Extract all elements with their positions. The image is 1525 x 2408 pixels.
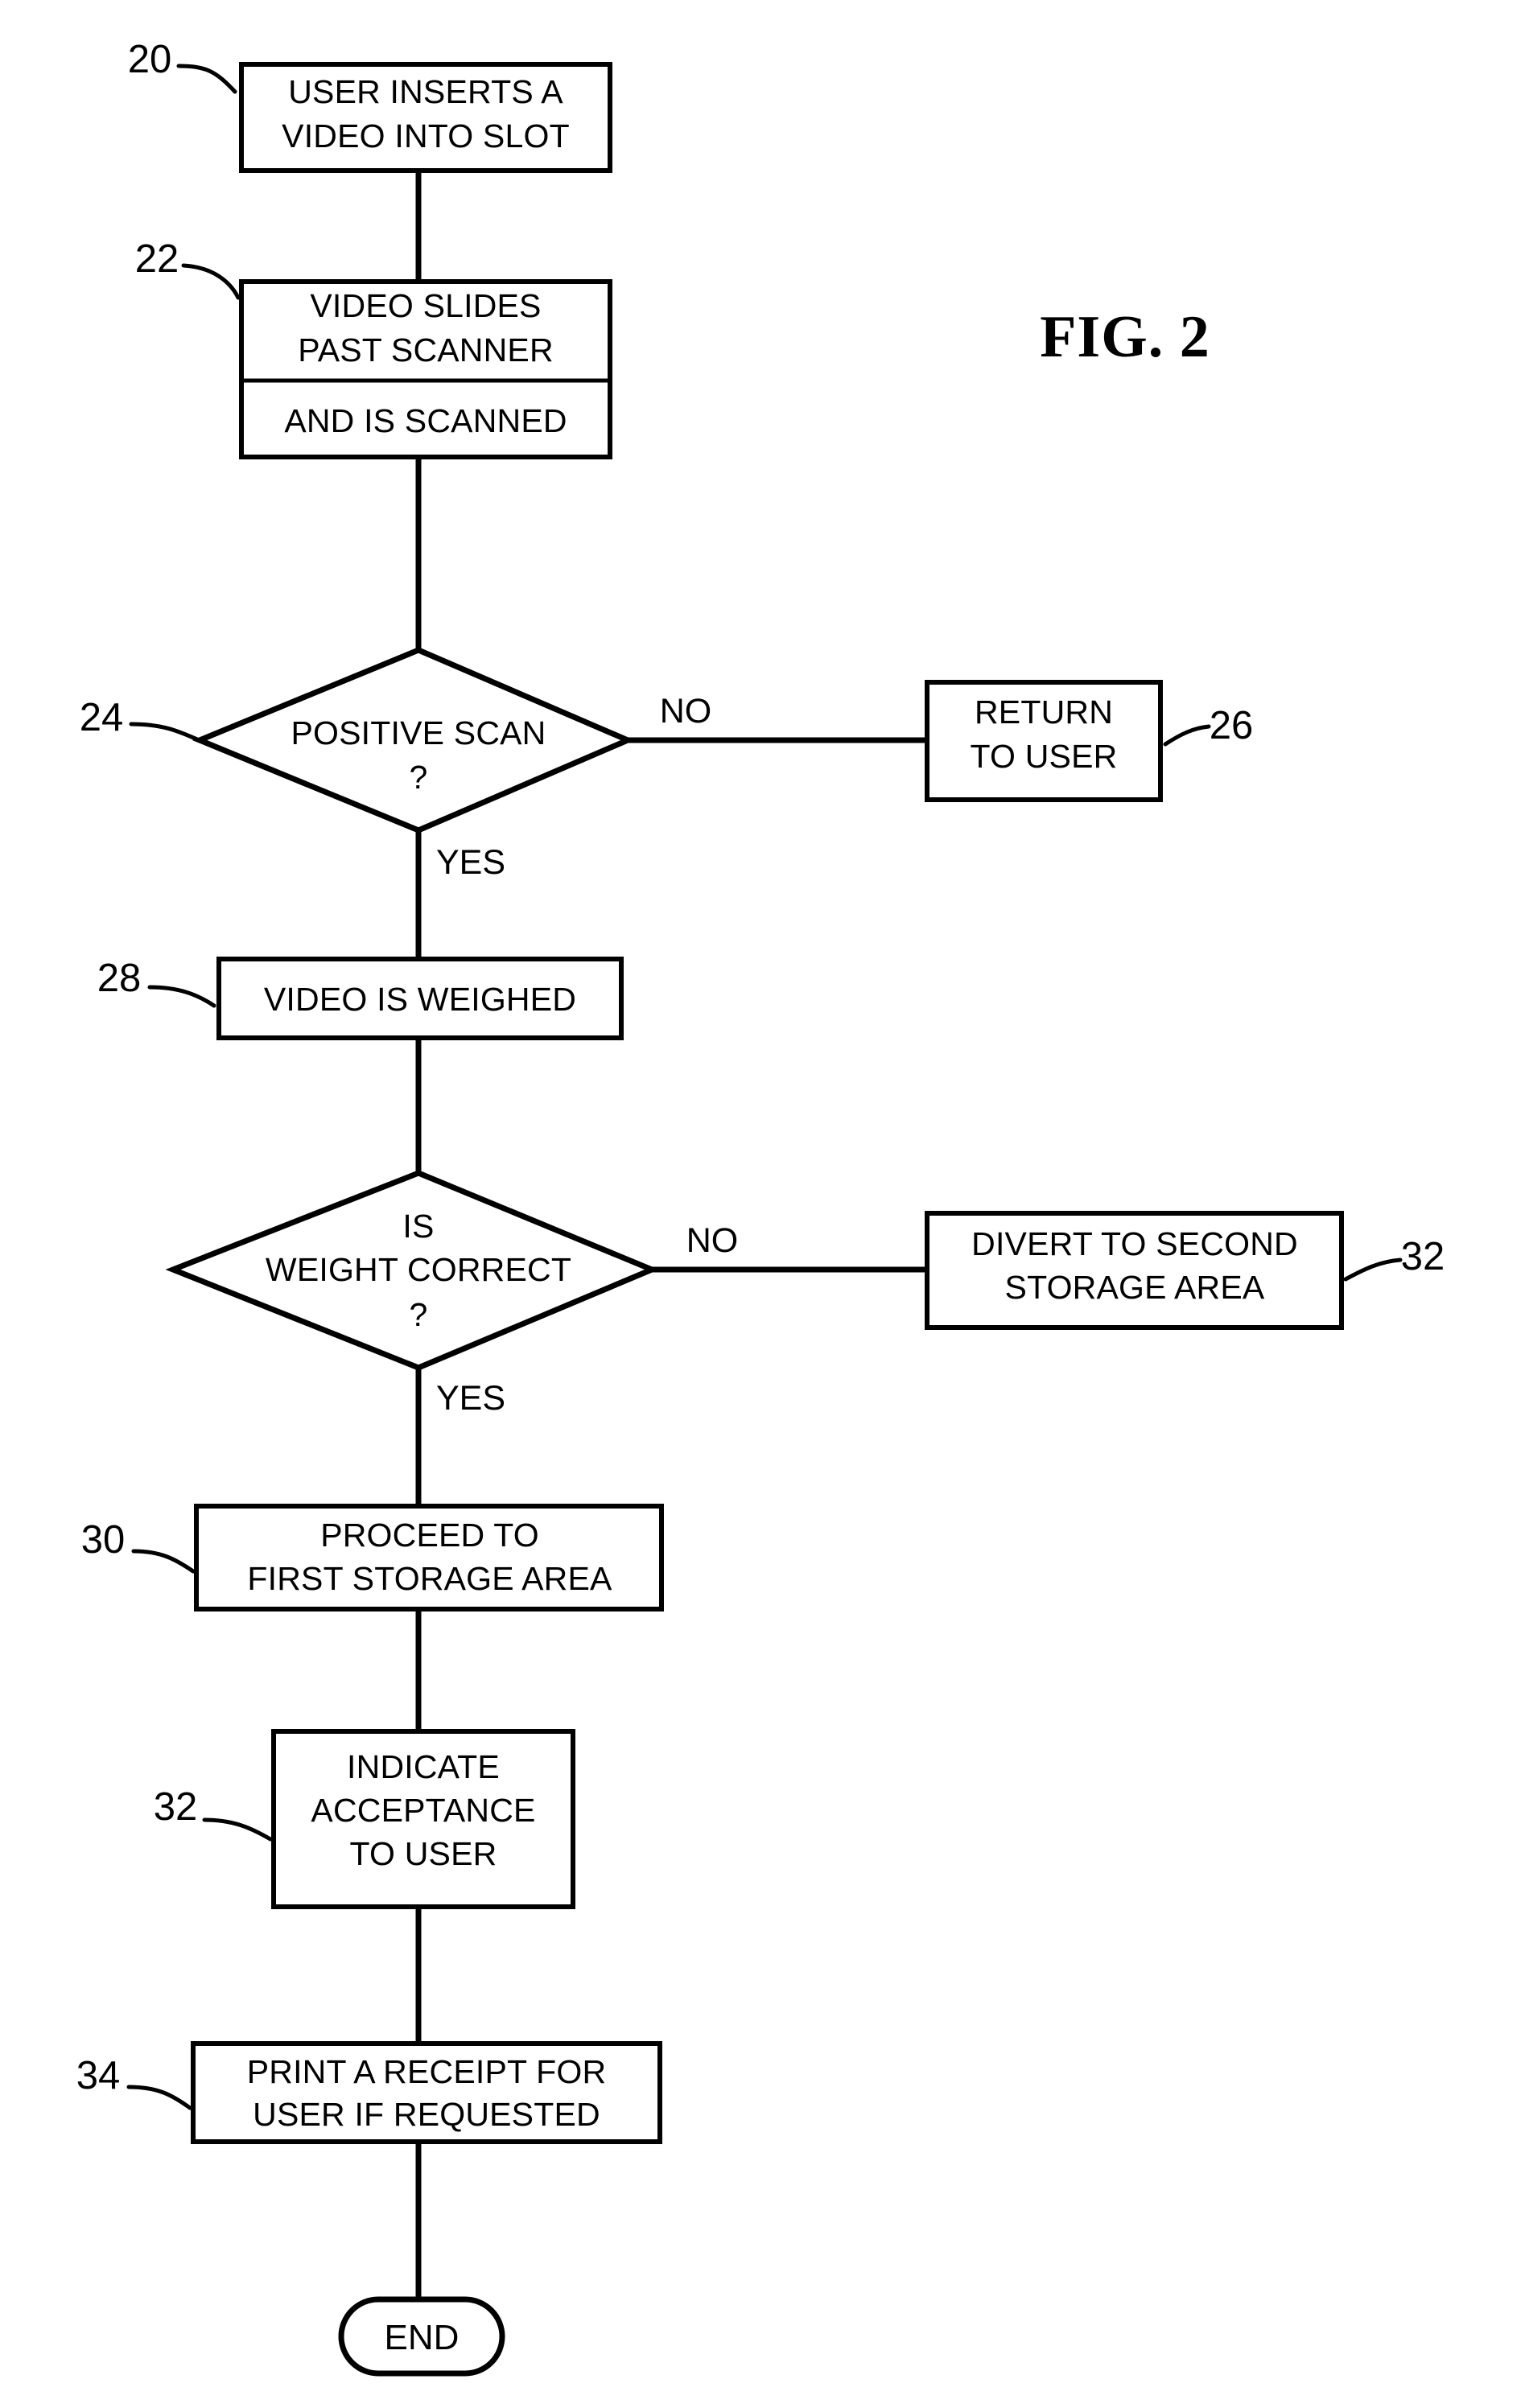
ref-callout-28: 28: [97, 957, 216, 1008]
node-24-line-2: ?: [409, 759, 427, 796]
ref-number-28: 28: [97, 957, 142, 1000]
node-32b-line-2: ACCEPTANCE: [311, 1792, 535, 1829]
node-22-line-2: PAST SCANNER: [298, 331, 554, 368]
node-32b-line-3: TO USER: [350, 1835, 497, 1872]
edge-label-scan-yes: YES: [436, 843, 505, 882]
ref-callout-32b: 32: [154, 1785, 273, 1842]
figure-title: FIG. 2: [1040, 304, 1210, 370]
leader-line-34: [126, 2085, 192, 2110]
node-32a-line-1: DIVERT TO SECOND: [971, 1225, 1298, 1262]
node-26-line-2: TO USER: [971, 738, 1118, 775]
node-34-line-1: PRINT A RECEIPT FOR: [247, 2053, 607, 2090]
ref-number-22: 22: [135, 237, 179, 281]
ref-number-34: 34: [76, 2054, 121, 2097]
node-video-slides-past-scanner: VIDEO SLIDES PAST SCANNER AND IS SCANNED: [239, 279, 612, 459]
ref-callout-30: 30: [81, 1518, 196, 1574]
node-20-line-1: USER INSERTS A: [288, 73, 563, 110]
node-22-line-3: AND IS SCANNED: [284, 402, 567, 439]
node-video-is-weighed: VIDEO IS WEIGHED: [216, 957, 624, 1040]
leader-line-32a: [1343, 1258, 1403, 1282]
ref-callout-22: 22: [135, 237, 241, 300]
leader-line-20: [176, 64, 237, 94]
ref-number-32a: 32: [1401, 1235, 1445, 1278]
ref-number-20: 20: [128, 38, 172, 81]
node-weight-line-1: IS: [402, 1208, 434, 1245]
node-user-inserts-video: USER INSERTS A VIDEO INTO SLOT: [239, 62, 612, 173]
end-label: END: [385, 2318, 460, 2357]
ref-callout-24: 24: [80, 696, 205, 744]
node-weight-correct-decision: IS WEIGHT CORRECT ?: [165, 1170, 660, 1371]
node-end-terminator: END: [338, 2296, 505, 2377]
leader-line-28: [147, 985, 216, 1008]
node-indicate-acceptance: INDICATE ACCEPTANCE TO USER: [271, 1729, 575, 1909]
node-28-line-1: VIDEO IS WEIGHED: [264, 981, 576, 1018]
node-print-receipt: PRINT A RECEIPT FOR USER IF REQUESTED: [191, 2041, 662, 2144]
node-return-to-user: RETURN TO USER: [925, 680, 1163, 802]
patent-figure-page: USER INSERTS A VIDEO INTO SLOT 20 VIDEO …: [0, 0, 1525, 2408]
node-divert-second-storage: DIVERT TO SECOND STORAGE AREA: [925, 1211, 1344, 1330]
leader-line-22: [181, 263, 241, 300]
edge-label-scan-no: NO: [660, 692, 712, 731]
ref-callout-34: 34: [76, 2054, 192, 2110]
node-32b-line-1: INDICATE: [347, 1748, 500, 1785]
ref-callout-26: 26: [1163, 704, 1254, 747]
node-20-line-2: VIDEO INTO SLOT: [282, 117, 570, 154]
node-weight-line-3: ?: [409, 1296, 427, 1333]
leader-line-24: [129, 722, 205, 744]
leader-line-32b: [202, 1817, 273, 1842]
node-positive-scan-decision: POSITIVE SCAN ?: [192, 647, 635, 834]
ref-number-24: 24: [80, 696, 124, 739]
node-22-line-1: VIDEO SLIDES: [310, 287, 541, 324]
flowchart-canvas: USER INSERTS A VIDEO INTO SLOT 20 VIDEO …: [76, 38, 1445, 2377]
node-24-line-1: POSITIVE SCAN: [291, 714, 546, 751]
edge-label-weight-no: NO: [686, 1221, 739, 1260]
ref-number-30: 30: [81, 1518, 126, 1562]
node-30-line-1: PROCEED TO: [320, 1517, 539, 1554]
leader-line-30: [131, 1549, 196, 1574]
ref-callout-32a: 32: [1343, 1235, 1445, 1282]
node-34-line-2: USER IF REQUESTED: [253, 2096, 600, 2133]
node-26-line-1: RETURN: [975, 694, 1113, 731]
ref-number-26: 26: [1210, 704, 1254, 747]
node-32a-line-2: STORAGE AREA: [1005, 1269, 1265, 1306]
node-weight-line-2: WEIGHT CORRECT: [266, 1251, 571, 1288]
ref-callout-20: 20: [128, 38, 237, 94]
edge-label-weight-yes: YES: [436, 1379, 505, 1418]
node-proceed-first-storage: PROCEED TO FIRST STORAGE AREA: [194, 1504, 664, 1612]
leader-line-26: [1163, 724, 1211, 747]
node-30-line-2: FIRST STORAGE AREA: [247, 1560, 612, 1597]
ref-number-32b: 32: [154, 1785, 198, 1829]
